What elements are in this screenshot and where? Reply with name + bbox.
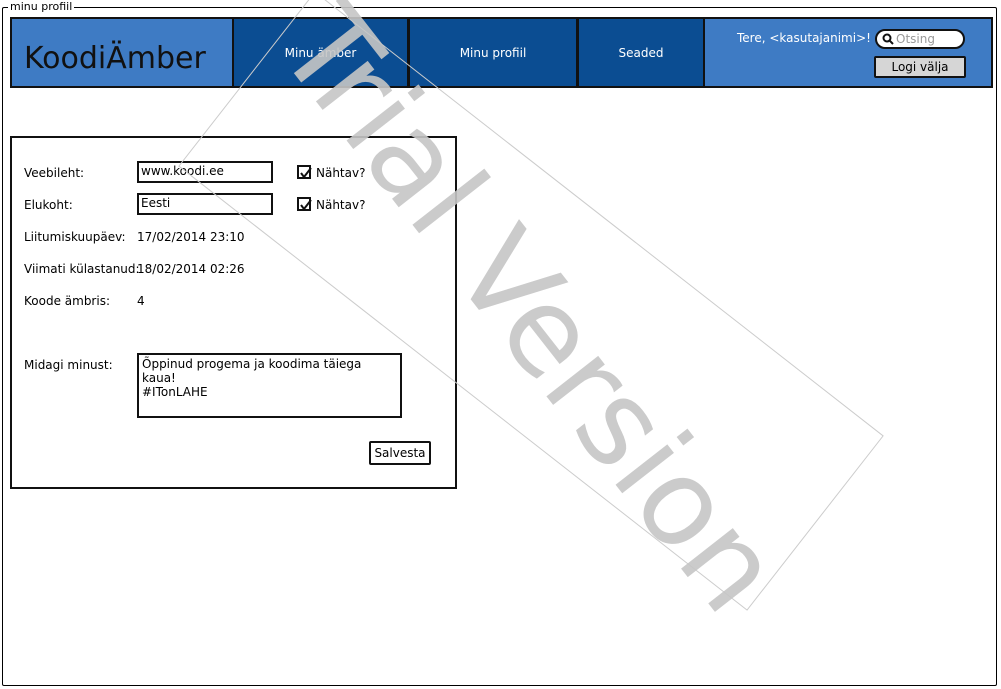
- logout-label: Logi välja: [891, 60, 949, 74]
- check-icon: [300, 199, 312, 211]
- code-count-label: Koode ämbris:: [24, 294, 110, 308]
- nav-item-label: Minu ämber: [284, 45, 357, 60]
- greeting-text: Tere, <kasutajanimi>!: [737, 31, 871, 45]
- website-visible-checkbox[interactable]: [297, 165, 312, 179]
- save-button-label: Salvesta: [374, 446, 426, 460]
- location-field[interactable]: Eesti: [137, 193, 273, 215]
- search-placeholder: Otsing: [896, 32, 935, 46]
- top-nav-bar: KoodiÄmber Minu ämber Minu profiil Seade…: [10, 17, 993, 88]
- profile-panel: Veebileht: www.koodi.ee Nähtav? Elukoht:…: [10, 136, 457, 489]
- last-visit-value: 18/02/2014 02:26: [137, 262, 245, 276]
- logout-button[interactable]: Logi välja: [874, 56, 966, 78]
- nav-item-minu-amber[interactable]: Minu ämber: [232, 17, 409, 88]
- about-label: Midagi minust:: [24, 358, 113, 372]
- nav-item-seaded[interactable]: Seaded: [577, 17, 705, 88]
- nav-item-label: Seaded: [618, 45, 664, 60]
- save-button[interactable]: Salvesta: [369, 441, 431, 465]
- website-visible-label: Nähtav?: [316, 166, 366, 180]
- website-field[interactable]: www.koodi.ee: [137, 161, 273, 183]
- nav-item-label: Minu profiil: [459, 45, 527, 60]
- check-icon: [300, 167, 312, 179]
- app-logo[interactable]: KoodiÄmber: [24, 41, 206, 76]
- search-icon: [882, 33, 894, 45]
- nav-item-minu-profiil[interactable]: Minu profiil: [408, 17, 578, 88]
- joined-label: Liitumiskuupäev:: [24, 230, 126, 244]
- location-visible-label: Nähtav?: [316, 198, 366, 212]
- website-label: Veebileht:: [24, 166, 85, 180]
- location-label: Elukoht:: [24, 198, 73, 212]
- window-title: minu profiil: [8, 0, 75, 13]
- joined-value: 17/02/2014 23:10: [137, 230, 245, 244]
- about-textarea[interactable]: Õppinud progema ja koodima täiega kaua! …: [137, 353, 402, 418]
- code-count-value: 4: [137, 294, 145, 308]
- last-visit-label: Viimati külastanud:: [24, 262, 140, 276]
- search-input[interactable]: Otsing: [875, 29, 965, 49]
- location-visible-checkbox[interactable]: [297, 197, 312, 211]
